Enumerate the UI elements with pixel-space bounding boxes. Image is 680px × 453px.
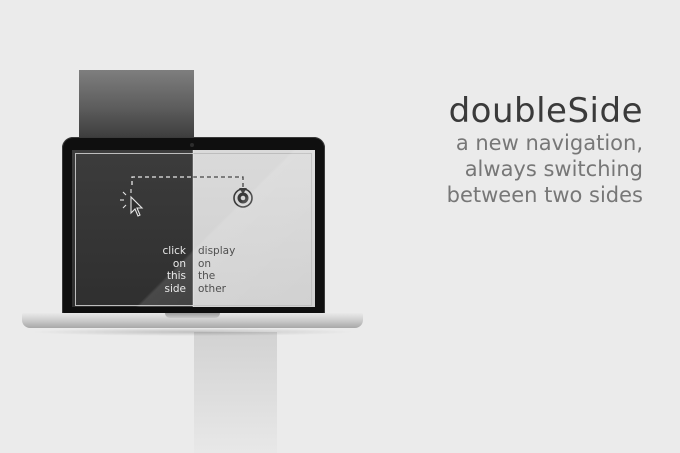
laptop-camera — [190, 143, 194, 147]
laptop-lid: click on this side display on the other — [62, 137, 325, 314]
subtitle-line: always switching — [464, 157, 643, 181]
subtitle-line: a new navigation, — [455, 131, 643, 155]
dashed-connector — [131, 176, 244, 190]
headline-block: doubleSide a new navigation, always swit… — [343, 92, 643, 208]
right-caption-line: other — [198, 282, 226, 295]
right-side-caption: display on the other — [198, 245, 258, 295]
laptop-screen: click on this side display on the other — [72, 150, 315, 307]
subtitle-line: between two sides — [446, 183, 643, 207]
mouse-pointer-icon — [120, 189, 144, 217]
right-caption-line: the — [198, 270, 216, 282]
left-caption-line: on — [172, 257, 186, 270]
laptop-opening-notch — [165, 313, 220, 318]
panel-reflection — [194, 332, 277, 453]
laptop-shadow — [30, 328, 355, 336]
dashed-connector-right — [193, 176, 244, 190]
right-caption-line: display — [198, 245, 236, 257]
laptop-base — [22, 313, 363, 328]
left-caption-line: side — [164, 282, 186, 295]
right-caption-line: on — [198, 257, 212, 270]
left-caption-line: click — [162, 245, 186, 257]
page-title: doubleSide — [448, 91, 643, 131]
navigation-path-diagram — [120, 150, 253, 307]
floating-panel-block — [79, 70, 194, 138]
left-caption-line: this — [166, 270, 186, 282]
left-side-caption: click on this side — [126, 245, 186, 295]
hero-banner: click on this side display on the other … — [0, 0, 680, 453]
